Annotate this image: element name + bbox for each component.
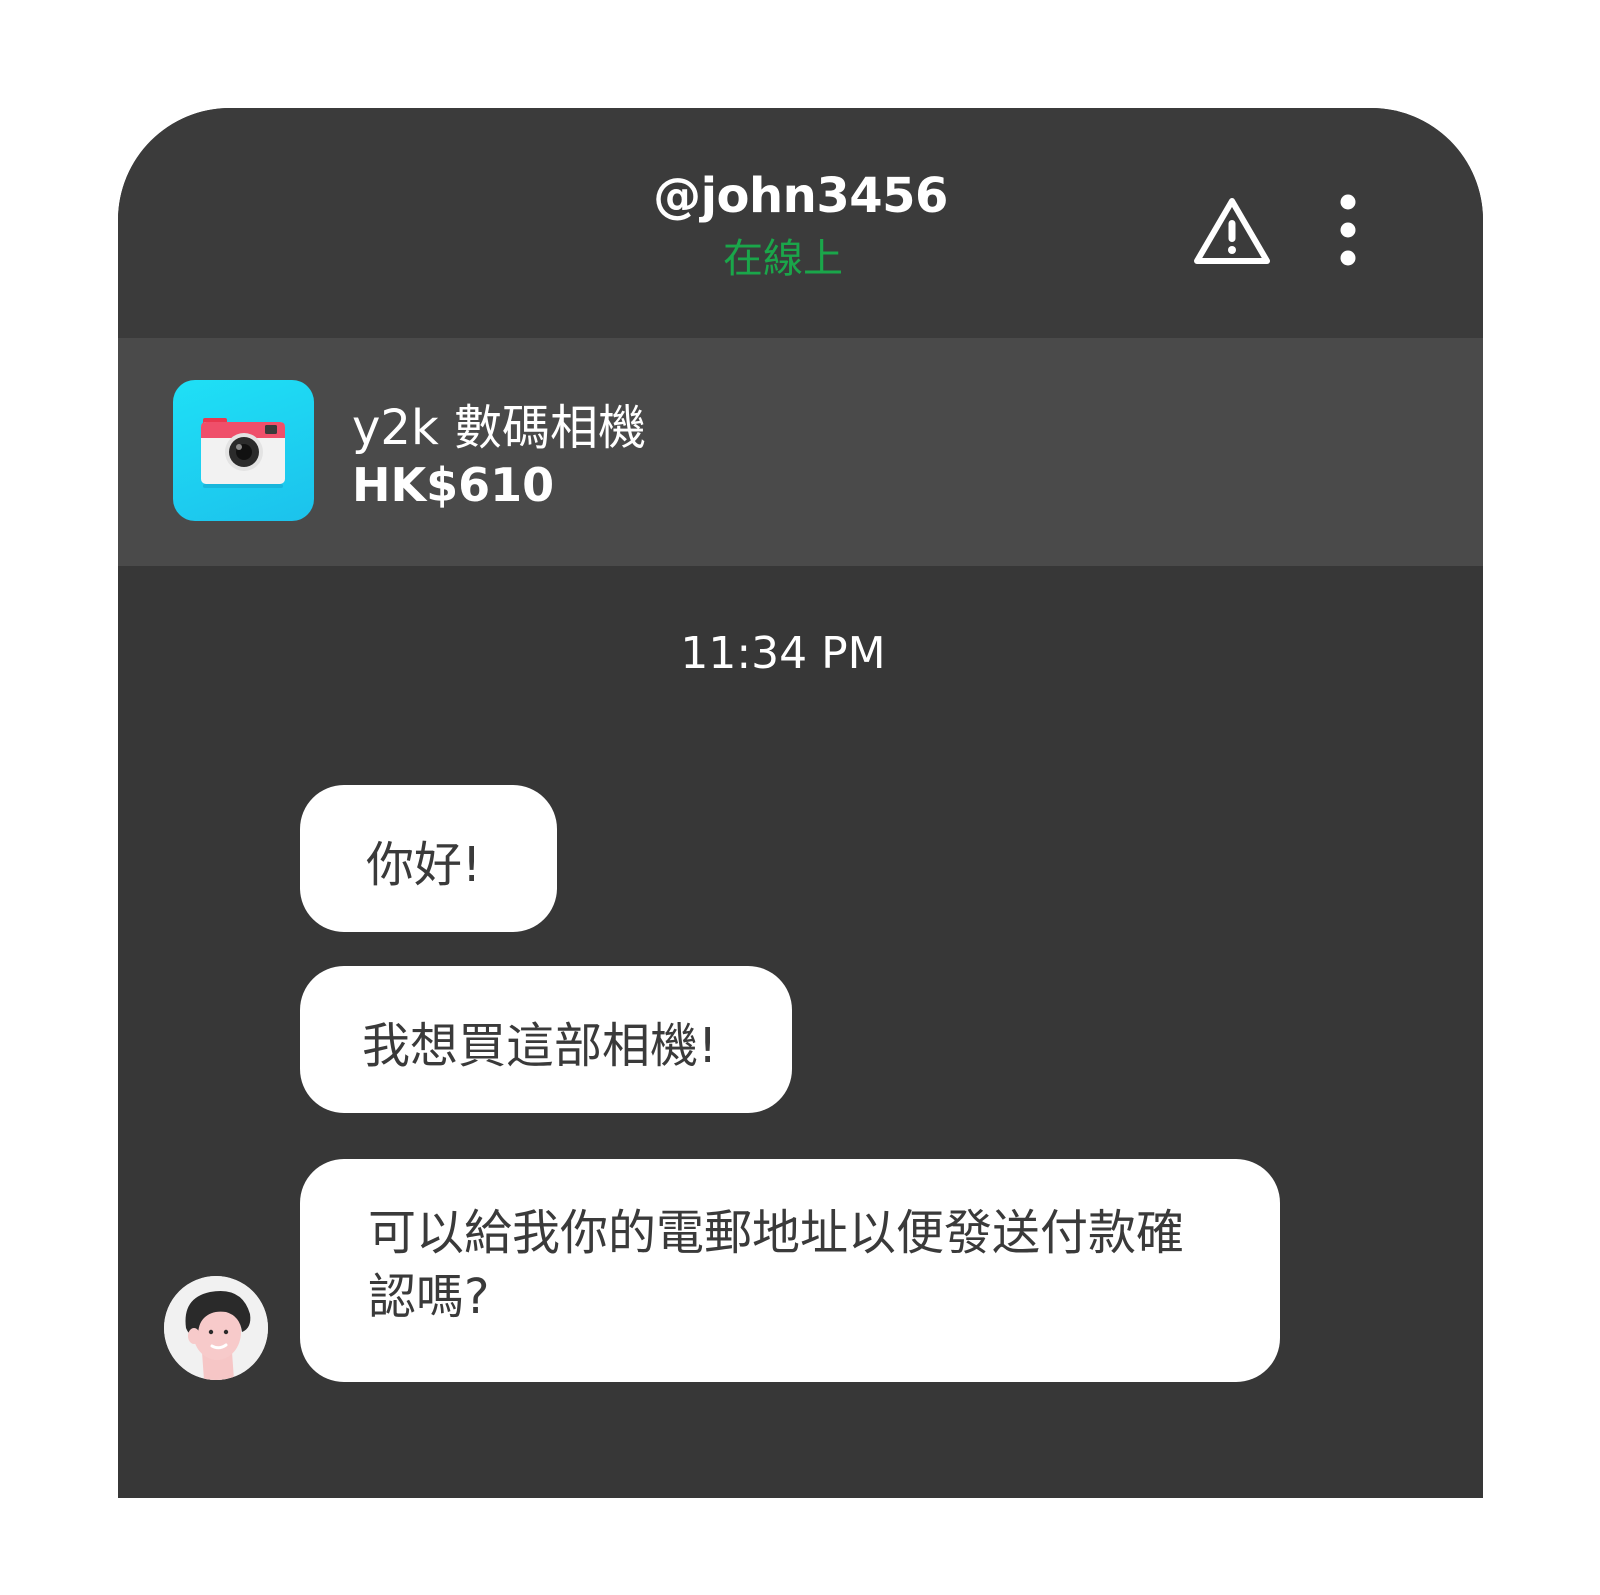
product-thumbnail — [173, 380, 314, 521]
message-text: 你好! — [366, 837, 482, 893]
person-avatar-icon — [164, 1276, 268, 1380]
chat-screen: @john3456 在線上 y2k 數碼相機 HK$610 11:34 PM 你… — [118, 108, 1483, 1498]
message-text: 我想買這部相機! — [362, 1018, 718, 1074]
message-timestamp: 11:34 PM — [680, 628, 886, 679]
message-text: 可以給我你的電郵地址以便發送付款確認嗎? — [368, 1205, 1185, 1325]
more-options-button[interactable] — [1328, 194, 1368, 266]
product-card[interactable]: y2k 數碼相機 HK$610 — [118, 338, 1483, 566]
sender-avatar[interactable] — [164, 1276, 268, 1380]
message-bubble[interactable]: 可以給我你的電郵地址以便發送付款確認嗎? — [300, 1159, 1280, 1382]
product-price: HK$610 — [352, 458, 555, 512]
more-vertical-icon — [1340, 194, 1356, 266]
chat-header: @john3456 在線上 — [118, 108, 1483, 338]
message-bubble[interactable]: 我想買這部相機! — [300, 966, 792, 1113]
message-bubble[interactable]: 你好! — [300, 785, 557, 932]
camera-icon — [201, 418, 285, 488]
warning-triangle-icon — [1194, 198, 1270, 264]
report-button[interactable] — [1193, 196, 1271, 266]
product-title: y2k 數碼相機 — [352, 400, 647, 456]
chat-username[interactable]: @john3456 — [118, 168, 1483, 224]
